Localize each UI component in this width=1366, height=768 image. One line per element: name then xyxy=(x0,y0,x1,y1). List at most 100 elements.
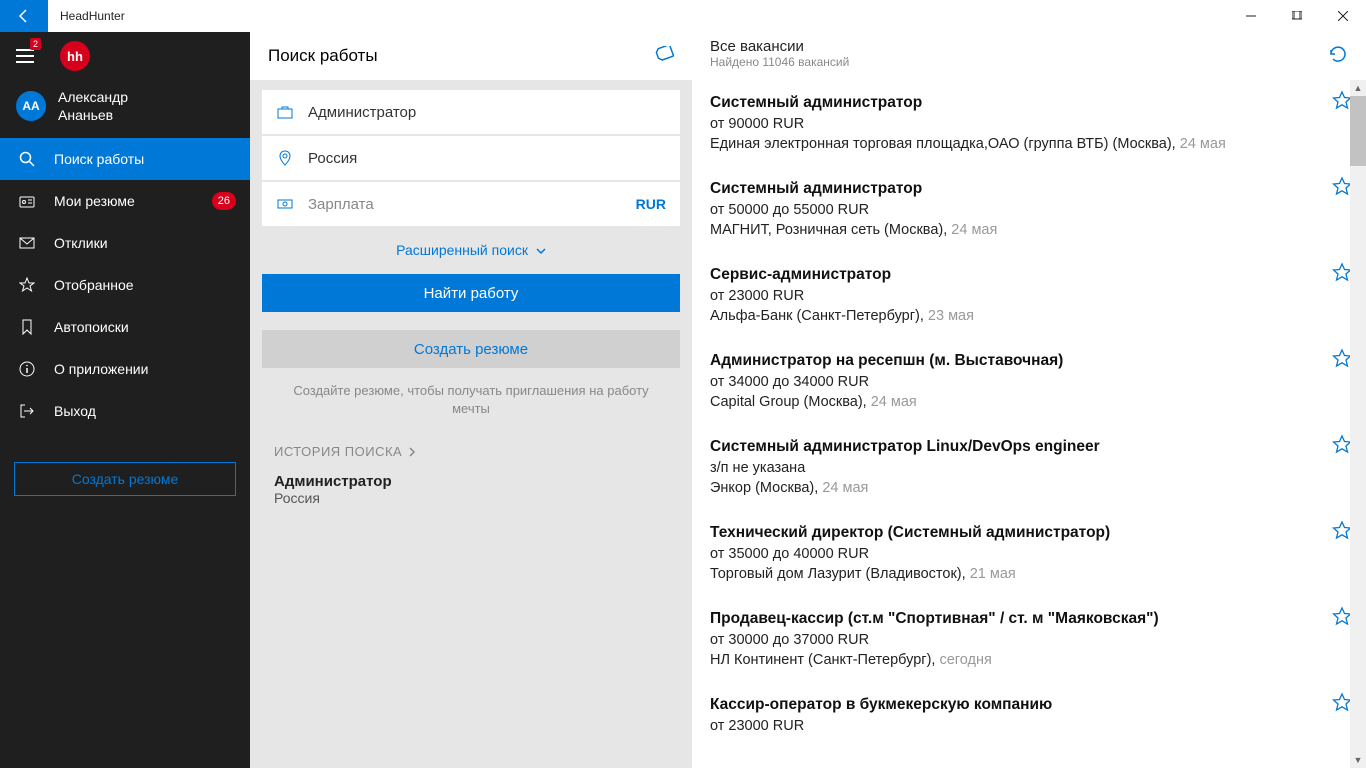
vacancy-company: Торговый дом Лазурит (Владивосток), 21 м… xyxy=(710,566,1326,582)
vacancy-item[interactable]: Системный администратор от 50000 до 55000… xyxy=(692,166,1366,252)
info-icon xyxy=(18,361,36,377)
results-panel: Все вакансии Найдено 11046 вакансий Сист… xyxy=(692,32,1366,768)
vacancy-salary: от 35000 до 40000 RUR xyxy=(710,546,1326,562)
favorite-star-icon[interactable] xyxy=(1332,262,1352,282)
history-item[interactable]: Администратор Россия xyxy=(262,469,680,510)
vacancy-item[interactable]: Системный администраторот 90000 RURЕдина… xyxy=(692,80,1366,166)
vacancy-title: Системный администратор xyxy=(710,180,1326,198)
nav-about[interactable]: О приложении xyxy=(0,348,250,390)
sidebar: 2 hh АА Александр Ананьев Поиск работы М… xyxy=(0,32,250,768)
scroll-down-arrow[interactable]: ▼ xyxy=(1350,752,1366,768)
sidebar-create-resume-button[interactable]: Создать резюме xyxy=(14,462,236,496)
region-input-row[interactable] xyxy=(262,136,680,180)
nav-job-search[interactable]: Поиск работы xyxy=(0,138,250,180)
vacancy-item[interactable]: Продавец-кассир (ст.м "Спортивная" / ст.… xyxy=(692,596,1366,682)
history-item-region: Россия xyxy=(274,490,668,506)
query-input[interactable] xyxy=(308,104,666,121)
hh-logo[interactable]: hh xyxy=(60,41,90,71)
resume-hint: Создайте резюме, чтобы получать приглаше… xyxy=(262,368,680,444)
vacancy-salary: от 30000 до 37000 RUR xyxy=(710,632,1326,648)
hamburger-menu[interactable] xyxy=(16,49,34,63)
vacancy-date: 24 мая xyxy=(871,394,917,410)
scrollbar-thumb[interactable] xyxy=(1350,96,1366,166)
vacancy-company: МАГНИТ, Розничная сеть (Москва), 24 мая xyxy=(710,222,1326,238)
nav-label: Мои резюме xyxy=(54,193,135,209)
vacancy-list: Системный администраторот 90000 RURЕдина… xyxy=(692,80,1366,768)
bookmark-icon xyxy=(18,319,36,335)
vacancy-date: 24 мая xyxy=(822,480,868,496)
vacancy-salary: з/п не указана xyxy=(710,460,1326,476)
nav-label: О приложении xyxy=(54,361,148,377)
vacancy-date: 24 мая xyxy=(951,222,997,238)
currency-label[interactable]: RUR xyxy=(636,196,666,212)
money-icon xyxy=(276,196,294,212)
create-resume-button[interactable]: Создать резюме xyxy=(262,330,680,368)
nav-autosearch[interactable]: Автопоиски xyxy=(0,306,250,348)
salary-input[interactable] xyxy=(308,196,622,213)
clear-search-icon[interactable] xyxy=(654,46,674,66)
vacancy-item[interactable]: Администратор на ресепшн (м. Выставочная… xyxy=(692,338,1366,424)
user-profile[interactable]: АА Александр Ананьев xyxy=(0,80,250,132)
vacancy-item[interactable]: Технический директор (Системный админист… xyxy=(692,510,1366,596)
star-icon xyxy=(18,277,36,293)
vacancy-date: 23 мая xyxy=(928,308,974,324)
refresh-icon[interactable] xyxy=(1328,38,1348,64)
vacancy-title: Администратор на ресепшн (м. Выставочная… xyxy=(710,352,1326,370)
nav-my-resumes[interactable]: Мои резюме 26 xyxy=(0,180,250,222)
find-job-button[interactable]: Найти работу xyxy=(262,274,680,312)
vacancy-salary: от 34000 до 34000 RUR xyxy=(710,374,1326,390)
vacancy-date: 21 мая xyxy=(970,566,1016,582)
results-count: Найдено 11046 вакансий xyxy=(710,55,849,69)
vacancy-company: НЛ Континент (Санкт-Петербург), сегодня xyxy=(710,652,1326,668)
nav-logout[interactable]: Выход xyxy=(0,390,250,432)
vacancy-item[interactable]: Кассир-оператор в букмекерскую компаниюо… xyxy=(692,682,1366,752)
resume-icon xyxy=(18,193,36,209)
resume-count-badge: 26 xyxy=(212,192,236,210)
favorite-star-icon[interactable] xyxy=(1332,606,1352,626)
vacancy-company: Энкор (Москва), 24 мая xyxy=(710,480,1326,496)
favorite-star-icon[interactable] xyxy=(1332,520,1352,540)
back-button[interactable] xyxy=(0,0,48,32)
search-history-header[interactable]: ИСТОРИЯ ПОИСКА xyxy=(262,444,680,469)
vacancy-title: Продавец-кассир (ст.м "Спортивная" / ст.… xyxy=(710,610,1326,628)
nav-label: Отобранное xyxy=(54,277,134,293)
advanced-search-toggle[interactable]: Расширенный поиск xyxy=(262,228,680,274)
vacancy-salary: от 90000 RUR xyxy=(710,116,1326,132)
favorite-star-icon[interactable] xyxy=(1332,90,1352,110)
favorite-star-icon[interactable] xyxy=(1332,176,1352,196)
responses-icon xyxy=(18,235,36,251)
vacancy-title: Технический директор (Системный админист… xyxy=(710,524,1326,542)
query-input-row[interactable] xyxy=(262,90,680,134)
minimize-button[interactable] xyxy=(1228,0,1274,32)
vacancy-company: Capital Group (Москва), 24 мая xyxy=(710,394,1326,410)
vacancy-item[interactable]: Сервис-администраторот 23000 RURАльфа-Ба… xyxy=(692,252,1366,338)
vacancy-title: Системный администратор Linux/DevOps eng… xyxy=(710,438,1326,456)
history-item-title: Администратор xyxy=(274,473,668,490)
vacancy-title: Системный администратор xyxy=(710,94,1326,112)
nav-label: Автопоиски xyxy=(54,319,129,335)
vacancy-title: Сервис-администратор xyxy=(710,266,1326,284)
nav-label: Выход xyxy=(54,403,96,419)
salary-input-row[interactable]: RUR xyxy=(262,182,680,226)
logout-icon xyxy=(18,403,36,419)
maximize-button[interactable] xyxy=(1274,0,1320,32)
vacancy-salary: от 50000 до 55000 RUR xyxy=(710,202,1326,218)
favorite-star-icon[interactable] xyxy=(1332,434,1352,454)
vacancy-item[interactable]: Системный администратор Linux/DevOps eng… xyxy=(692,424,1366,510)
scrollbar[interactable]: ▲ ▼ xyxy=(1350,80,1366,768)
titlebar: HeadHunter xyxy=(0,0,1366,32)
nav-responses[interactable]: Отклики xyxy=(0,222,250,264)
window-title: HeadHunter xyxy=(48,9,125,23)
vacancy-salary: от 23000 RUR xyxy=(710,288,1326,304)
favorite-star-icon[interactable] xyxy=(1332,692,1352,712)
favorite-star-icon[interactable] xyxy=(1332,348,1352,368)
user-name-line2: Ананьев xyxy=(58,106,128,124)
user-name-line1: Александр xyxy=(58,88,128,106)
search-panel: Поиск работы RUR Расширенный поиск Найти… xyxy=(250,32,692,768)
close-button[interactable] xyxy=(1320,0,1366,32)
nav-favorites[interactable]: Отобранное xyxy=(0,264,250,306)
vacancy-date: 24 мая xyxy=(1180,136,1226,152)
region-input[interactable] xyxy=(308,150,666,167)
scroll-up-arrow[interactable]: ▲ xyxy=(1350,80,1366,96)
search-panel-title: Поиск работы xyxy=(268,46,378,66)
